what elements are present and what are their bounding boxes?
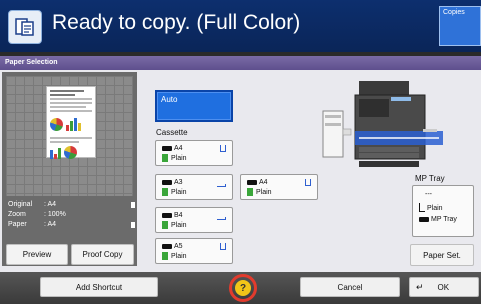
proof-copy-button[interactable]: Proof Copy xyxy=(71,244,134,265)
cassette-5-button[interactable]: A5 Plain xyxy=(155,238,233,264)
cassette-1-button[interactable]: A4 Plain xyxy=(155,140,233,166)
paper-auto-button[interactable]: Auto xyxy=(155,90,233,122)
copy-mode-icon[interactable] xyxy=(8,10,42,44)
paper-orientation-icon xyxy=(131,202,135,208)
info-row-paper: Paper : A4 xyxy=(8,220,135,230)
status-title: Ready to copy. (Full Color) xyxy=(52,11,301,34)
pie-chart-icon xyxy=(64,146,77,159)
paper-type-icon xyxy=(162,154,168,162)
info-row-zoom: Zoom : 100% xyxy=(8,211,66,218)
copier-machine-icon xyxy=(322,81,443,167)
paper-type-icon xyxy=(419,203,425,212)
copies-label: Copies xyxy=(443,9,465,16)
copy-settings-summary: Original : A4 Zoom : 100% Paper : A4 xyxy=(8,200,135,230)
cassette-icon xyxy=(162,213,172,218)
mp-tray-label: MP Tray xyxy=(415,174,445,183)
paper-type-icon xyxy=(162,221,168,229)
bar-chart-icon xyxy=(50,146,61,159)
cancel-button[interactable]: Cancel xyxy=(300,277,400,297)
paper-type-icon xyxy=(162,188,168,196)
cassette-label: Cassette xyxy=(156,128,188,137)
paper-load-icon xyxy=(217,217,226,220)
mp-tray-button[interactable]: --- Plain MP Tray xyxy=(412,185,474,237)
cassette-icon xyxy=(162,180,172,185)
paper-orientation-icon xyxy=(131,222,135,228)
paper-load-icon xyxy=(217,184,226,187)
cassette-2-button[interactable]: A3 Plain xyxy=(155,174,233,200)
paper-selection-panel: Original : A4 Zoom : 100% Paper : A4 Pre… xyxy=(0,70,481,272)
paper-type-icon xyxy=(247,188,253,196)
cassette-4-button[interactable]: B4 Plain xyxy=(155,207,233,233)
pie-chart-icon xyxy=(50,118,63,131)
paper-load-icon xyxy=(220,243,226,250)
preview-page-thumbnail xyxy=(46,86,96,159)
paper-set-button[interactable]: Paper Set. xyxy=(410,244,474,266)
preview-button[interactable]: Preview xyxy=(6,244,68,265)
add-shortcut-button[interactable]: Add Shortcut xyxy=(40,277,158,297)
copies-field[interactable]: Copies xyxy=(439,6,481,46)
bar-chart-icon xyxy=(66,118,81,131)
footer-bar: Add Shortcut ? Cancel ↵ OK xyxy=(0,272,481,304)
panel-title: Paper Selection xyxy=(0,56,481,70)
ok-button[interactable]: ↵ OK xyxy=(409,277,479,297)
enter-icon: ↵ xyxy=(416,281,424,292)
header-bar: Ready to copy. (Full Color) Copies xyxy=(0,0,481,52)
cassette-icon xyxy=(247,180,257,185)
preview-area: Original : A4 Zoom : 100% Paper : A4 Pre… xyxy=(2,72,137,266)
paper-type-icon xyxy=(162,252,168,260)
paper-load-icon xyxy=(220,145,226,152)
info-row-original: Original : A4 xyxy=(8,200,135,210)
mp-tray-icon xyxy=(419,217,429,222)
help-highlight-ring: ? xyxy=(229,274,257,302)
preview-grid xyxy=(6,76,133,196)
help-icon[interactable]: ? xyxy=(235,280,251,296)
paper-load-icon xyxy=(305,179,311,186)
cassette-icon xyxy=(162,244,172,249)
cassette-icon xyxy=(162,146,172,151)
cassette-3-button[interactable]: A4 Plain xyxy=(240,174,318,200)
